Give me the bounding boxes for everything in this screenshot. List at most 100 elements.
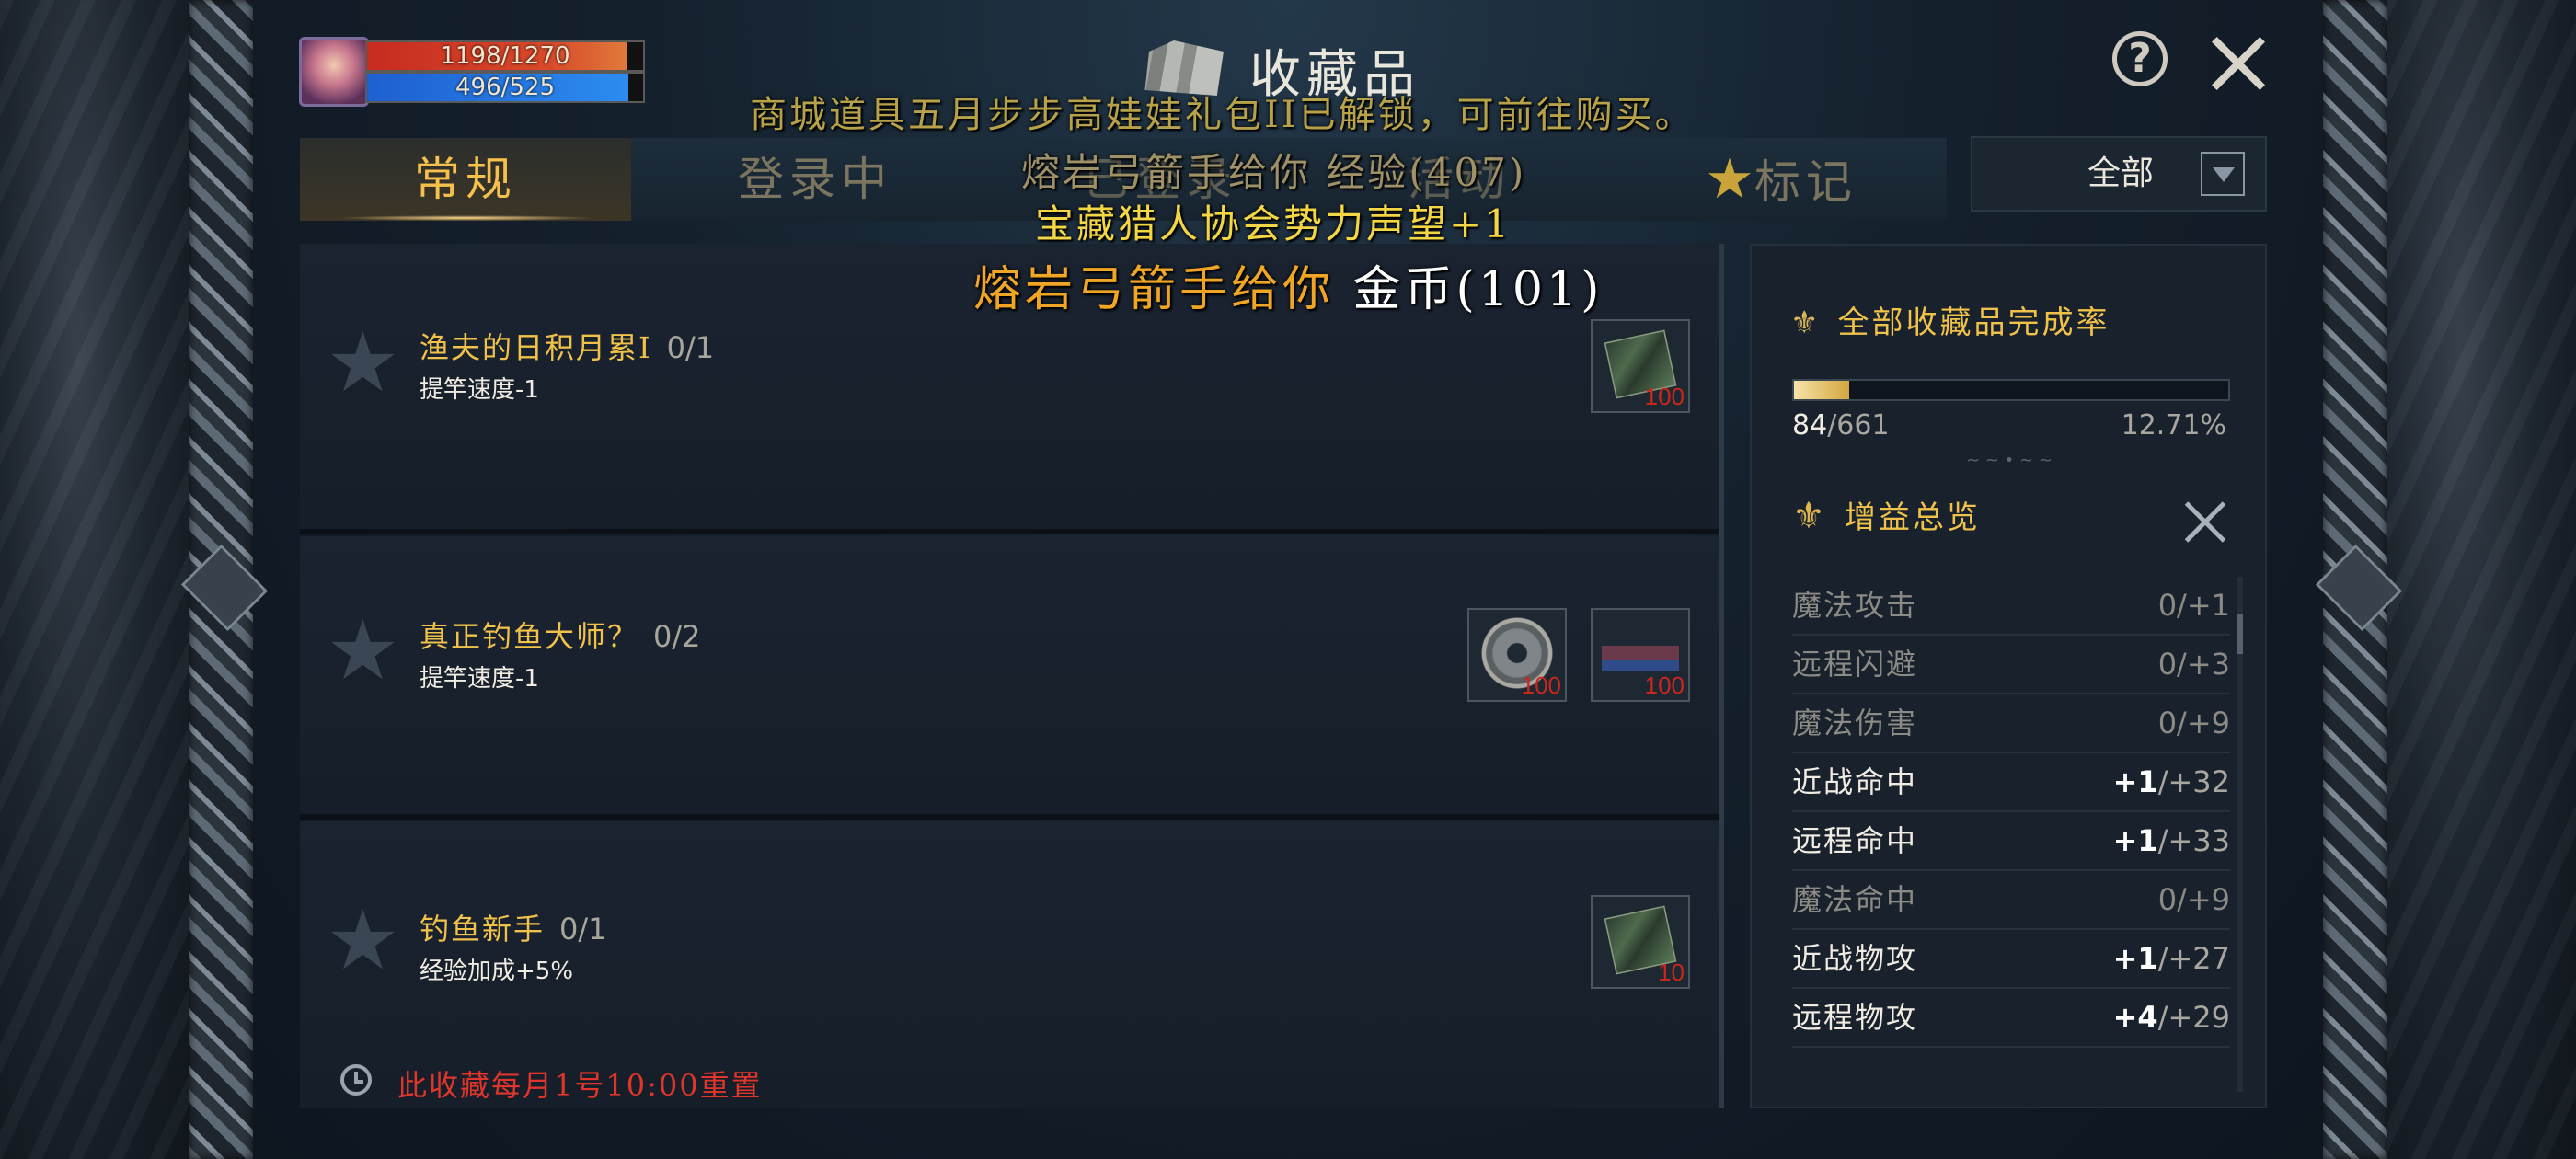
hp-bar: 1198/1270 [365, 40, 645, 72]
mp-text: 496/525 [454, 74, 555, 101]
buff-current: 0 [2157, 647, 2178, 682]
buff-row: 远程物攻 +4/+29 [1792, 989, 2230, 1048]
list-scrollbar[interactable] [1719, 244, 1724, 1108]
buff-value: 0/+9 [2158, 871, 2230, 928]
fleur-de-lis-icon: ⚜ [1792, 495, 1828, 537]
buff-title: 增益总览 [1844, 499, 1981, 536]
completion-percent: 12.71% [2121, 409, 2226, 442]
close-button[interactable] [2208, 33, 2269, 94]
buff-close-button[interactable] [2182, 499, 2228, 545]
reward-item[interactable]: 10 [1591, 895, 1690, 989]
help-button[interactable]: ? [2112, 31, 2168, 86]
reward-qty: 10 [1658, 958, 1685, 986]
buff-row: 魔法命中 0/+9 [1792, 871, 2230, 930]
collection-progress: 0/2 [653, 619, 701, 654]
buff-current: +4 [2112, 1000, 2158, 1035]
stats-panel: ⚜ 全部收藏品完成率 84/661 12.71% ~ ~ • ~ ~ ⚜ 增益总览 … [1750, 244, 2267, 1108]
star-icon[interactable]: ★ [326, 900, 400, 982]
notice-exp-gain: 熔岩弓箭手给你 经验(407) [1021, 150, 1527, 195]
mp-bar: 496/525 [365, 72, 645, 103]
buff-row: 远程命中 +1/+33 [1792, 812, 2230, 871]
collection-list: ★ 渔夫的日积月累I 0/1 提竿速度-1 100 ★ 真正钓鱼大师？ 0/2 提竿… [300, 244, 1722, 1108]
hp-text: 1198/1270 [440, 42, 570, 70]
buff-name: 魔法攻击 [1792, 588, 1918, 623]
buff-max: /+1 [2177, 588, 2230, 623]
buff-row: 魔法攻击 0/+1 [1792, 577, 2230, 636]
notice-shop-unlock: 商城道具五月步步高娃娃礼包II已解锁，可前往购买。 [750, 94, 1695, 136]
reward-item[interactable]: 100 [1591, 319, 1690, 413]
buff-name: 魔法命中 [1792, 882, 1918, 917]
avatar[interactable] [299, 37, 369, 107]
buff-value: 0/+9 [2158, 694, 2230, 752]
buff-heading: ⚜ 增益总览 [1792, 492, 1981, 537]
filter-dropdown[interactable]: 全部 [1971, 136, 2267, 212]
tab-label: 登录中 [738, 153, 892, 206]
completion-progress-bar [1792, 379, 2230, 401]
tab-logging-in[interactable]: 登录中 [631, 138, 999, 221]
star-icon: ★ [1705, 147, 1754, 212]
collection-effect: 提竿速度-1 [420, 376, 539, 404]
buff-name: 远程闪避 [1792, 647, 1918, 682]
buff-row: 远程闪避 0/+3 [1792, 636, 2230, 694]
collection-name: 渔夫的日积月累I [420, 330, 652, 365]
completion-title: 全部收藏品完成率 [1837, 304, 2110, 341]
buff-value: +4/+29 [2113, 989, 2230, 1046]
braided-pillar-right [2323, 0, 2387, 1159]
buff-value: +1/+32 [2113, 753, 2230, 810]
collection-name: 真正钓鱼大师？ [420, 619, 639, 654]
tab-label: 标记 [1754, 155, 1857, 209]
chevron-down-icon[interactable] [2201, 152, 2245, 196]
buff-current: 0 [2157, 882, 2178, 917]
buff-current: 0 [2157, 706, 2178, 740]
buff-max: /+32 [2157, 764, 2230, 799]
braided-pillar-left [189, 0, 253, 1159]
collection-effect: 提竿速度-1 [420, 665, 539, 693]
ornament-divider: ~ ~ • ~ ~ [1966, 451, 2053, 470]
reward-item[interactable]: 100 [1591, 608, 1690, 702]
collection-card[interactable]: ★ 真正钓鱼大师？ 0/2 提竿速度-1 100 100 [300, 536, 1722, 820]
fleur-sword-icon: ⚜ [1790, 304, 1822, 341]
reward-qty: 100 [1521, 671, 1561, 699]
collection-name: 钓鱼新手 [420, 912, 546, 947]
collection-progress: 0/1 [559, 912, 607, 947]
tab-marked[interactable]: ★标记 [1616, 138, 1947, 221]
reset-note-text: 此收藏每月1号10:00重置 [397, 1068, 763, 1103]
buff-current: +1 [2112, 823, 2158, 858]
star-icon[interactable]: ★ [326, 322, 400, 405]
buff-name: 远程物攻 [1792, 1000, 1918, 1035]
buff-max: /+9 [2177, 706, 2230, 740]
completion-current: 84 [1792, 409, 1828, 442]
buff-value: 0/+1 [2158, 577, 2230, 634]
question-circle-icon: ? [2128, 35, 2152, 82]
scroll-thumb[interactable] [2237, 614, 2243, 654]
buff-row: 近战物攻 +1/+27 [1792, 930, 2230, 989]
reward-item[interactable]: 100 [1467, 608, 1567, 702]
stone-wall-left [0, 0, 193, 1159]
collection-title: 钓鱼新手 0/1 [420, 906, 607, 948]
notice-gold-value: 金币(101) [1352, 262, 1604, 317]
buff-max: /+33 [2157, 823, 2230, 858]
buff-name: 远程命中 [1792, 823, 1918, 858]
notice-reputation: 宝藏猎人协会势力声望+1 [1035, 201, 1512, 247]
buff-max: /+29 [2157, 1000, 2230, 1035]
notice-gold-gain: 熔岩弓箭手给你 金币(101) [973, 250, 1603, 319]
player-hud: 1198/1270 496/525 [299, 37, 647, 107]
tab-regular[interactable]: 常规 [300, 138, 631, 221]
buff-list-scrollbar[interactable] [2237, 577, 2243, 1092]
buff-value: +1/+27 [2113, 930, 2230, 987]
buff-name: 魔法伤害 [1792, 706, 1918, 740]
collection-title: 渔夫的日积月累I 0/1 [420, 325, 714, 367]
star-icon[interactable]: ★ [326, 610, 400, 693]
filter-value: 全部 [2087, 155, 2155, 192]
buff-list: 魔法攻击 0/+1 远程闪避 0/+3 魔法伤害 0/+9 近战命中 +1/+32 远程命中 +1… [1792, 577, 2230, 1048]
buff-current: 0 [2157, 588, 2178, 623]
buff-value: 0/+3 [2158, 636, 2230, 693]
buff-value: +1/+33 [2113, 812, 2230, 869]
buff-current: +1 [2112, 764, 2158, 799]
completion-total: /661 [1827, 409, 1890, 442]
buff-max: /+27 [2157, 941, 2230, 976]
tab-label: 常规 [414, 153, 517, 206]
buff-row: 近战命中 +1/+32 [1792, 753, 2230, 812]
reward-qty: 100 [1644, 383, 1685, 410]
collection-progress: 0/1 [666, 330, 715, 365]
